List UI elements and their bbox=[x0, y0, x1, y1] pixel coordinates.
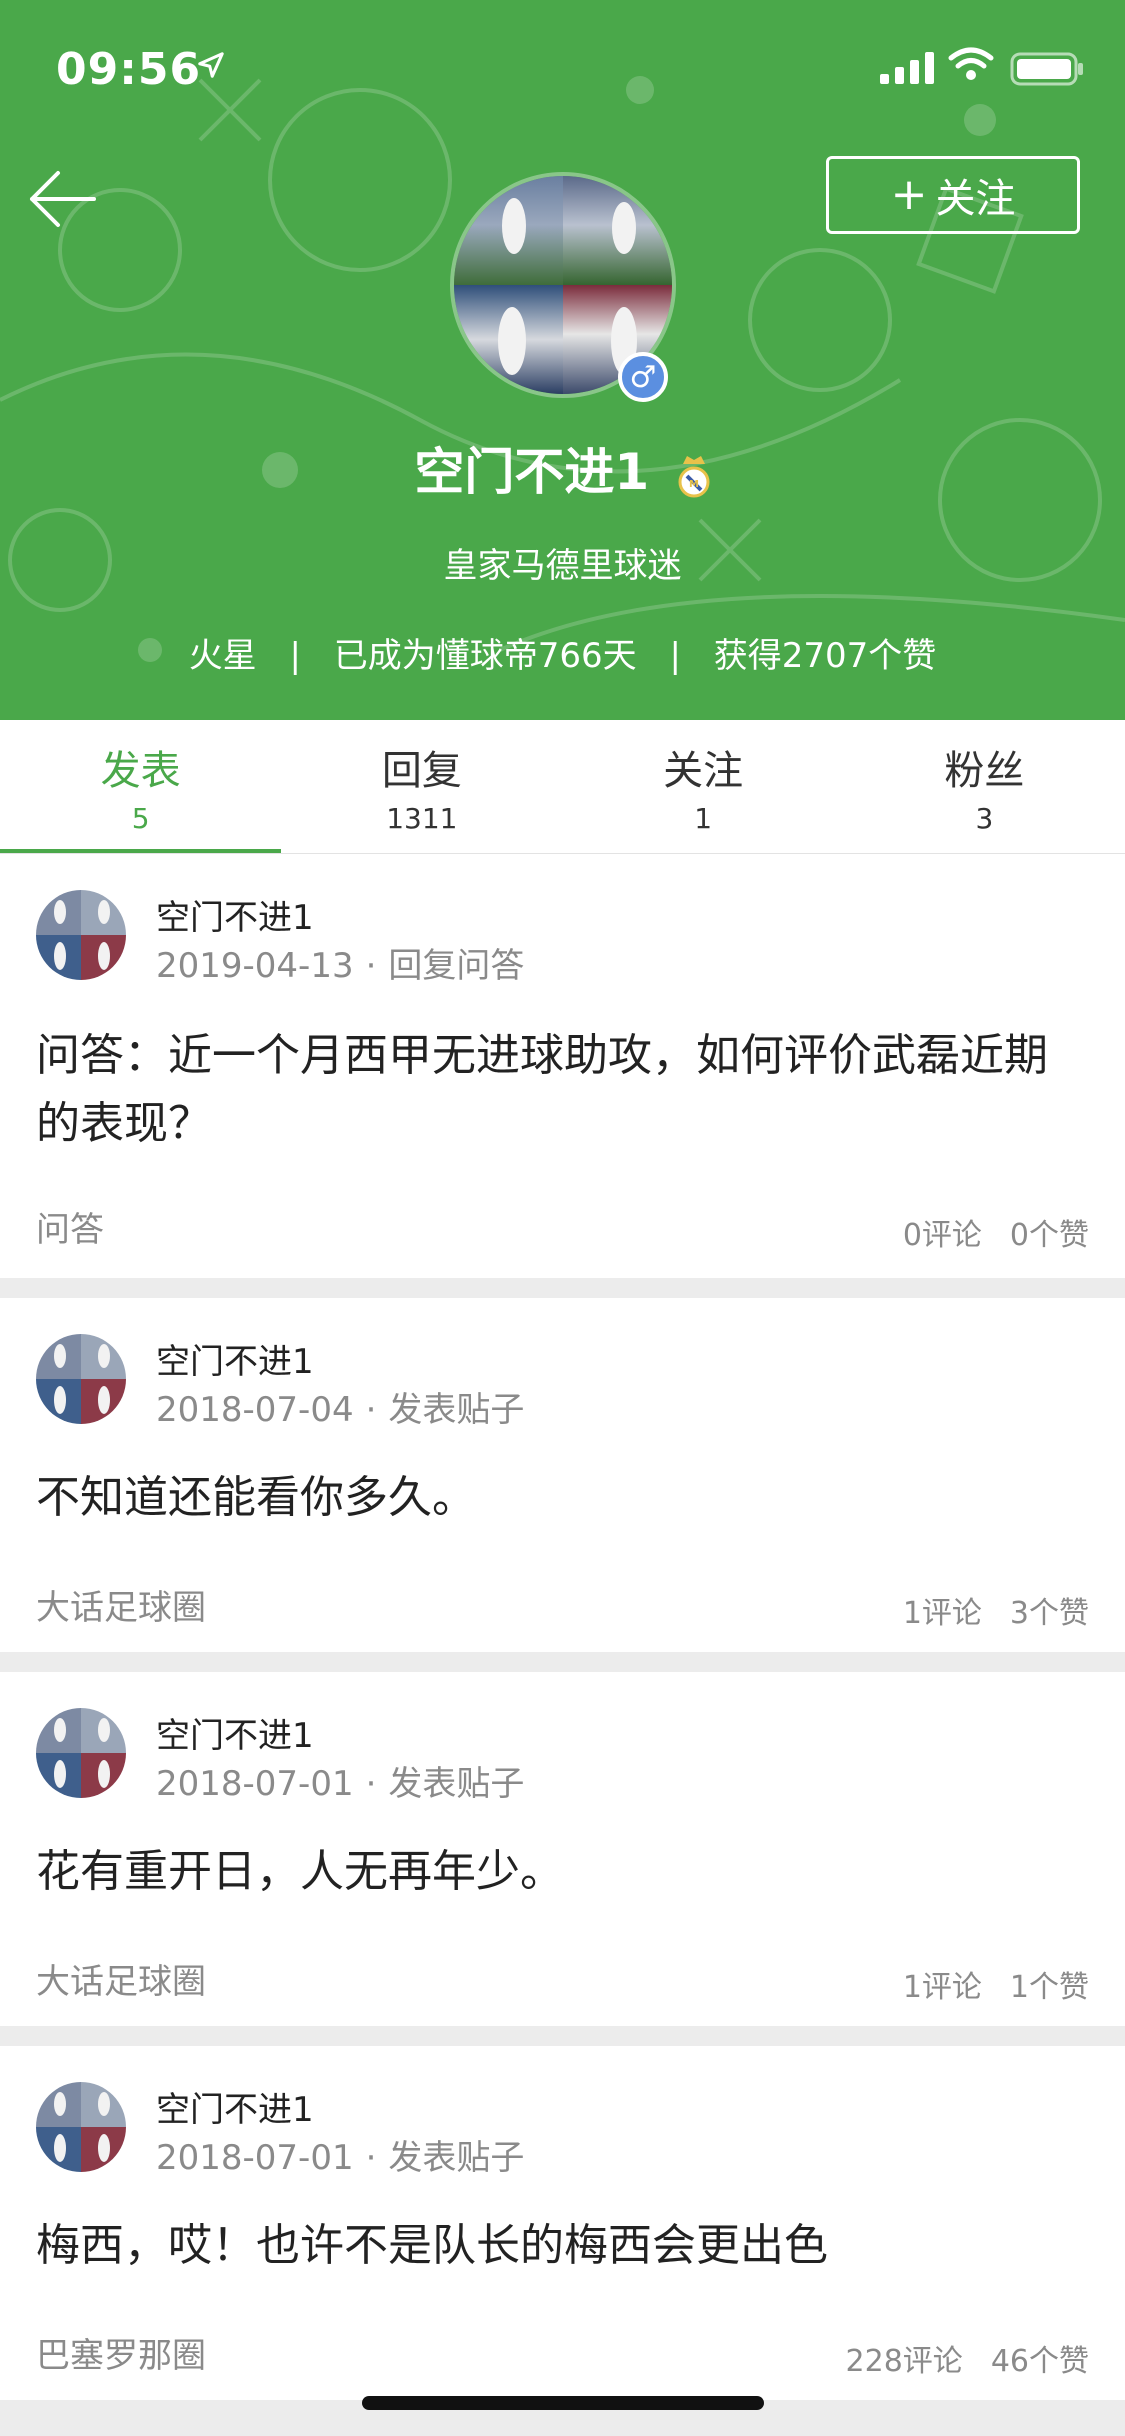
tab-replies[interactable]: 回复 1311 bbox=[281, 720, 562, 853]
follow-button[interactable]: + 关注 bbox=[826, 156, 1080, 234]
location-arrow-icon bbox=[198, 52, 224, 78]
plus-icon: + bbox=[890, 169, 928, 220]
member-days-text: 已成为懂球帝766天 bbox=[333, 636, 637, 676]
post-type: 发表贴子 bbox=[388, 1764, 525, 1804]
post-feed: 空门不进1 2019-04-13 · 回复问答 问答：近一个月西甲无进球助攻，如何评… bbox=[0, 854, 1125, 2420]
team-fan-label: 皇家马德里球迷 bbox=[443, 546, 682, 586]
post-author[interactable]: 空门不进1 bbox=[156, 2082, 314, 2131]
post-counts: 1评论 3个赞 bbox=[903, 1588, 1089, 1632]
profile-username: 空门不进1 bbox=[414, 443, 650, 501]
avatar-players bbox=[54, 2092, 110, 2162]
tab-count: 1311 bbox=[386, 802, 458, 835]
post-author[interactable]: 空门不进1 bbox=[156, 1708, 314, 1757]
tab-following[interactable]: 关注 1 bbox=[563, 720, 844, 853]
post-meta: 2018-07-01 · 发表贴子 bbox=[156, 2130, 524, 2179]
post-counts: 0评论 0个赞 bbox=[903, 1210, 1089, 1254]
tab-label: 粉丝 bbox=[944, 748, 1025, 794]
post-counts: 1评论 1个赞 bbox=[903, 1962, 1089, 2006]
meta-dot: · bbox=[365, 1390, 377, 1430]
post-counts: 228评论 46个赞 bbox=[846, 2336, 1089, 2380]
male-icon: ♂ bbox=[618, 352, 668, 402]
stats-separator: | bbox=[289, 636, 301, 676]
comment-count: 228评论 bbox=[845, 2344, 963, 2379]
avatar[interactable] bbox=[36, 2082, 126, 2172]
post-date: 2018-07-01 bbox=[156, 2138, 354, 2178]
post-author[interactable]: 空门不进1 bbox=[156, 890, 314, 939]
comment-count: 0评论 bbox=[902, 1218, 982, 1253]
post-card[interactable]: 空门不进1 2018-07-01 · 发表贴子 花有重开日，人无再年少。 大话足球圈… bbox=[0, 1672, 1125, 2026]
profile-username-row: 空门不进1 M bbox=[0, 432, 1125, 504]
avatar-players bbox=[54, 900, 110, 970]
post-body[interactable]: 不知道还能看你多久。 bbox=[36, 1464, 1086, 1532]
cellular-signal-icon bbox=[880, 52, 934, 84]
wifi-icon bbox=[948, 47, 994, 80]
post-circle[interactable]: 大话足球圈 bbox=[36, 1580, 206, 1629]
post-card[interactable]: 空门不进1 2019-04-13 · 回复问答 问答：近一个月西甲无进球助攻，如何评… bbox=[0, 854, 1125, 1278]
comment-count: 1评论 bbox=[902, 1970, 982, 2005]
like-count: 1个赞 bbox=[1009, 1970, 1089, 2005]
like-count: 46个赞 bbox=[990, 2344, 1089, 2379]
profile-header: 09:56 + 关注 ♂ 空门不进1 M 皇家马德里球迷 火星 | 已成为懂球帝… bbox=[0, 0, 1125, 720]
tab-count: 1 bbox=[694, 802, 713, 835]
location-text: 火星 bbox=[188, 636, 257, 676]
battery-icon bbox=[1010, 52, 1083, 86]
post-type: 回复问答 bbox=[388, 946, 525, 986]
post-type: 发表贴子 bbox=[388, 2138, 525, 2178]
tab-posts[interactable]: 发表 5 bbox=[0, 720, 282, 853]
tab-count: 5 bbox=[131, 802, 150, 835]
profile-tabs: 发表 5 回复 1311 关注 1 粉丝 3 bbox=[0, 720, 1125, 854]
post-card[interactable]: 空门不进1 2018-07-04 · 发表贴子 不知道还能看你多久。 大话足球圈 1… bbox=[0, 1298, 1125, 1652]
status-time: 09:56 bbox=[56, 44, 202, 95]
back-button[interactable] bbox=[24, 164, 104, 234]
post-meta: 2018-07-01 · 发表贴子 bbox=[156, 1756, 524, 1805]
post-body[interactable]: 花有重开日，人无再年少。 bbox=[36, 1838, 1086, 1906]
tab-label: 发表 bbox=[100, 748, 181, 794]
home-indicator[interactable] bbox=[362, 2396, 764, 2410]
meta-dot: · bbox=[365, 2138, 377, 2178]
like-count: 3个赞 bbox=[1009, 1596, 1089, 1631]
meta-dot: · bbox=[365, 946, 377, 986]
post-type: 发表贴子 bbox=[388, 1390, 525, 1430]
tab-count: 3 bbox=[975, 802, 994, 835]
avatar[interactable] bbox=[36, 1334, 126, 1424]
post-body[interactable]: 梅西，哎！也许不是队长的梅西会更出色 bbox=[36, 2212, 1086, 2280]
comment-count: 1评论 bbox=[902, 1596, 982, 1631]
stats-separator: | bbox=[669, 636, 681, 676]
post-circle[interactable]: 巴塞罗那圈 bbox=[36, 2328, 206, 2377]
post-meta: 2019-04-13 · 回复问答 bbox=[156, 938, 524, 987]
tab-fans[interactable]: 粉丝 3 bbox=[844, 720, 1125, 853]
post-date: 2019-04-13 bbox=[156, 946, 354, 986]
avatar-players bbox=[54, 1718, 110, 1788]
post-date: 2018-07-01 bbox=[156, 1764, 354, 1804]
meta-dot: · bbox=[365, 1764, 377, 1804]
profile-stats: 火星 | 已成为懂球帝766天 | 获得2707个赞 bbox=[0, 628, 1125, 677]
post-card[interactable]: 空门不进1 2018-07-01 · 发表贴子 梅西，哎！也许不是队长的梅西会更出色… bbox=[0, 2046, 1125, 2400]
svg-text:M: M bbox=[689, 479, 699, 490]
follow-button-label: 关注 bbox=[935, 176, 1016, 222]
status-bar: 09:56 bbox=[0, 0, 1125, 140]
likes-received-text: 获得2707个赞 bbox=[713, 636, 937, 676]
like-count: 0个赞 bbox=[1009, 1218, 1089, 1253]
post-circle[interactable]: 问答 bbox=[36, 1202, 104, 1251]
post-date: 2018-07-04 bbox=[156, 1390, 354, 1430]
tab-label: 关注 bbox=[663, 748, 744, 794]
post-author[interactable]: 空门不进1 bbox=[156, 1334, 314, 1383]
arrow-left-icon bbox=[30, 171, 96, 227]
post-circle[interactable]: 大话足球圈 bbox=[36, 1954, 206, 2003]
avatar[interactable] bbox=[36, 890, 126, 980]
avatar-players bbox=[54, 1344, 110, 1414]
avatar[interactable] bbox=[36, 1708, 126, 1798]
post-meta: 2018-07-04 · 发表贴子 bbox=[156, 1382, 524, 1431]
post-body[interactable]: 问答：近一个月西甲无进球助攻，如何评价武磊近期的表现？ bbox=[36, 1022, 1086, 1158]
real-madrid-crest-icon: M bbox=[678, 455, 710, 497]
tab-label: 回复 bbox=[381, 748, 462, 794]
